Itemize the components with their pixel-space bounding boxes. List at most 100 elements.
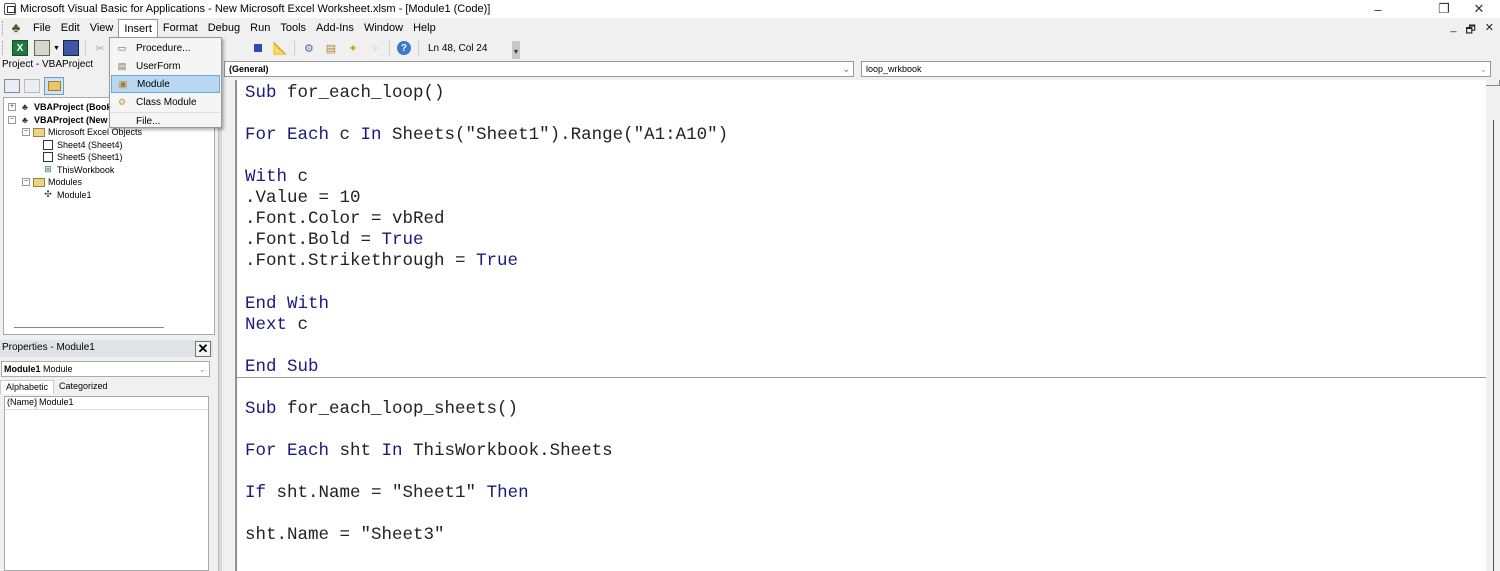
view-object-icon[interactable]: [24, 79, 40, 93]
design-mode-icon[interactable]: 📐: [272, 40, 288, 56]
tab-categorized[interactable]: Categorized: [54, 380, 113, 394]
project-explorer-icon[interactable]: ⚙: [301, 40, 317, 56]
workbook-icon: ⊞: [44, 164, 52, 174]
menu-format[interactable]: Format: [158, 19, 203, 37]
tree-item[interactable]: ⊞ ThisWorkbook: [42, 164, 114, 176]
code-line[interactable]: With c: [245, 167, 308, 188]
code-line[interactable]: .Font.Strikethrough = True: [245, 251, 518, 272]
code-line[interactable]: .Font.Bold = True: [245, 230, 424, 251]
code-line[interactable]: .Font.Color = vbRed: [245, 209, 445, 230]
procedure-separator: [237, 377, 1486, 378]
procedure-combo[interactable]: loop_wrkbook ⌄: [861, 61, 1491, 77]
code-text: .Value = 10: [245, 188, 361, 209]
property-row[interactable]: (Name) Module1: [5, 397, 208, 410]
menu-window[interactable]: Window: [359, 19, 408, 37]
tree-item[interactable]: − Modules: [22, 176, 82, 188]
code-line[interactable]: Next c: [245, 315, 308, 336]
code-line[interactable]: If sht.Name = "Sheet1" Then: [245, 483, 529, 504]
code-margin-indicator-bar[interactable]: [224, 80, 236, 571]
properties-close-button[interactable]: ✕: [195, 341, 211, 357]
tree-item[interactable]: ✣ Module1: [42, 189, 91, 201]
save-icon[interactable]: [62, 40, 79, 56]
close-button[interactable]: ✕: [1456, 0, 1500, 18]
properties-object-select[interactable]: Module1 Module ⌄: [1, 361, 210, 377]
menu-run[interactable]: Run: [245, 19, 275, 37]
panel-splitter[interactable]: [218, 58, 222, 571]
property-value[interactable]: Module1: [37, 397, 74, 409]
expand-icon[interactable]: +: [8, 103, 16, 111]
menu-insert[interactable]: Insert: [118, 19, 158, 37]
collapse-icon[interactable]: −: [22, 128, 30, 136]
view-code-icon[interactable]: [4, 79, 20, 93]
vba-menu-icon[interactable]: ♣: [8, 21, 24, 35]
menu-bar: ♣ File Edit View Insert Format Debug Run…: [0, 18, 1500, 38]
minimize-button[interactable]: –: [1355, 0, 1401, 18]
mdi-restore-button[interactable]: 🗗: [1465, 21, 1475, 40]
menubar-grip[interactable]: [2, 21, 5, 35]
code-line[interactable]: Sub for_each_loop_sheets(): [245, 399, 518, 420]
toolbar-overflow-button[interactable]: ▾: [512, 41, 520, 59]
code-keyword: In: [381, 440, 403, 461]
object-browser-icon[interactable]: ✦: [345, 40, 361, 56]
code-text: ThisWorkbook.Sheets: [402, 440, 613, 461]
code-keyword: For Each: [245, 125, 330, 146]
tree-item[interactable]: Sheet5 (Sheet1): [42, 151, 123, 163]
tree-item[interactable]: + ♣ VBAProject (Book: [8, 101, 112, 113]
properties-panel-title: Properties - Module1: [0, 340, 213, 357]
class-module-icon: ⚙: [117, 96, 127, 107]
menu-file[interactable]: File: [28, 19, 56, 37]
toolbox-icon[interactable]: ✧: [367, 40, 383, 56]
tree-item-label: Sheet4 (Sheet4): [57, 139, 123, 150]
scrollbar-track[interactable]: [1493, 120, 1494, 571]
code-line[interactable]: For Each sht In ThisWorkbook.Sheets: [245, 441, 613, 462]
code-line[interactable]: Sub for_each_loop(): [245, 83, 445, 104]
code-line[interactable]: .Value = 10: [245, 188, 361, 209]
menu-view[interactable]: View: [85, 19, 119, 37]
insert-userform-icon[interactable]: [34, 40, 50, 56]
cut-icon[interactable]: ✂: [92, 40, 108, 56]
code-line[interactable]: For Each c In Sheets("Sheet1").Range("A1…: [245, 125, 728, 146]
toggle-folders-button[interactable]: [44, 77, 64, 95]
menu-edit[interactable]: Edit: [56, 19, 85, 37]
code-editor[interactable]: Sub for_each_loop() For Each c In Sheets(…: [236, 80, 1486, 571]
toolbar-grip[interactable]: [2, 41, 5, 55]
menu-item-procedure[interactable]: ▭ Procedure...: [111, 39, 220, 57]
tree-item-label: VBAProject (Book: [34, 102, 112, 112]
tree-item[interactable]: Sheet4 (Sheet4): [42, 139, 123, 151]
code-text: c: [287, 167, 309, 188]
project-tree-scrollbar[interactable]: [14, 327, 164, 328]
menu-item-label: File...: [136, 116, 161, 127]
code-text: .Font.Bold =: [245, 230, 382, 251]
code-line[interactable]: End With: [245, 294, 329, 315]
properties-window-icon[interactable]: ▤: [323, 40, 339, 56]
reset-button[interactable]: [250, 40, 266, 56]
menu-item-module[interactable]: ▣ Module: [111, 75, 220, 93]
code-line[interactable]: sht.Name = "Sheet3": [245, 525, 445, 546]
menu-item-label: Procedure...: [136, 42, 191, 54]
menu-item-userform[interactable]: ▤ UserForm: [111, 57, 220, 75]
code-text: .Font.Strikethrough =: [245, 251, 477, 272]
code-vertical-scrollbar[interactable]: [1486, 80, 1500, 571]
tree-item[interactable]: − ♣ VBAProject (New: [8, 114, 108, 126]
menu-tools[interactable]: Tools: [275, 19, 311, 37]
menu-item-file[interactable]: File...: [111, 112, 220, 130]
tab-alphabetic[interactable]: Alphabetic: [0, 380, 55, 394]
object-combo[interactable]: (General) ⌄: [224, 61, 854, 77]
window-title: Microsoft Visual Basic for Applications …: [20, 3, 491, 15]
help-icon: ?: [396, 41, 411, 55]
menu-help[interactable]: Help: [408, 19, 441, 37]
collapse-icon[interactable]: −: [22, 178, 30, 186]
split-bar-handle[interactable]: [1486, 80, 1500, 86]
sheet-icon: [42, 152, 54, 162]
code-line[interactable]: End Sub: [245, 357, 319, 378]
help-button[interactable]: ?: [396, 40, 412, 56]
project-tree[interactable]: + ♣ VBAProject (Book − ♣ VBAProject (New − Micr…: [3, 97, 215, 335]
menu-add-ins[interactable]: Add-Ins: [311, 19, 359, 37]
excel-view-icon[interactable]: X: [12, 40, 28, 56]
mdi-close-button[interactable]: ✕: [1485, 21, 1494, 40]
menu-debug[interactable]: Debug: [203, 19, 245, 37]
collapse-icon[interactable]: −: [8, 115, 16, 124]
mdi-minimize-button[interactable]: _: [1450, 21, 1456, 40]
menu-item-class-module[interactable]: ⚙ Class Module: [111, 93, 220, 111]
dropdown-arrow-icon[interactable]: ▼: [53, 45, 60, 52]
